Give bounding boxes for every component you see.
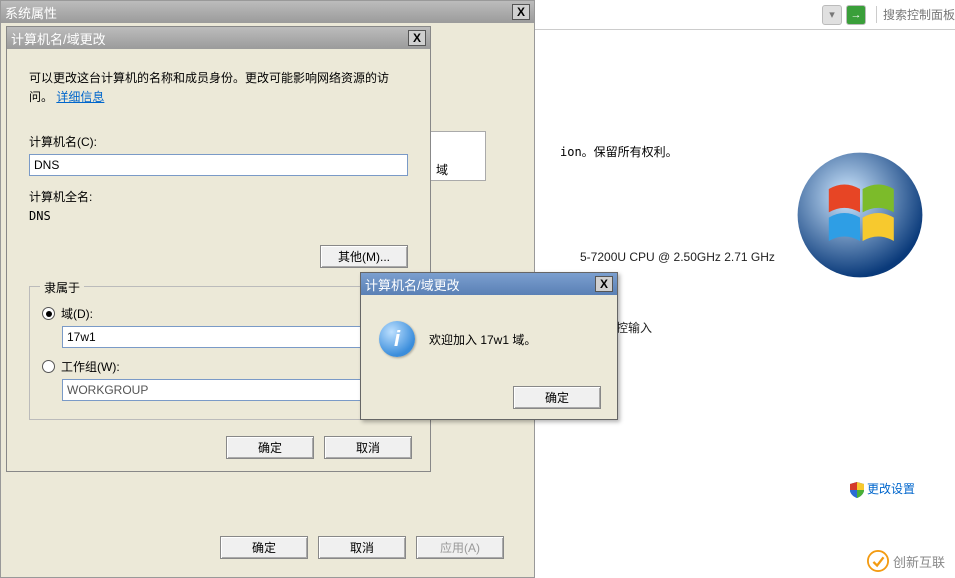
messagebox-title: 计算机名/域更改 — [365, 275, 595, 294]
close-button[interactable]: X — [512, 4, 530, 20]
computer-name-input[interactable] — [29, 154, 408, 176]
cancel-button[interactable]: 取消 — [318, 536, 406, 559]
cancel-button[interactable]: 取消 — [324, 436, 412, 459]
member-of-legend: 隶属于 — [40, 279, 84, 296]
full-computer-name-value: DNS — [29, 209, 408, 223]
close-button[interactable]: X — [595, 276, 613, 292]
rights-reserved-text: ion。保留所有权利。 — [560, 143, 678, 160]
domain-radio[interactable] — [42, 307, 55, 320]
ok-button[interactable]: 确定 — [220, 536, 308, 559]
chevron-down-icon: ▾ — [829, 8, 835, 21]
rename-title: 计算机名/域更改 — [11, 29, 408, 48]
close-icon: X — [413, 31, 421, 45]
details-link[interactable]: 详细信息 — [56, 90, 104, 104]
watermark-icon — [867, 550, 889, 572]
workgroup-radio[interactable] — [42, 360, 55, 373]
nav-back-button[interactable]: ▾ — [822, 5, 842, 25]
domain-radio-label: 域(D): — [61, 305, 93, 322]
messagebox-titlebar[interactable]: 计算机名/域更改 X — [361, 273, 617, 295]
close-icon: X — [517, 5, 525, 19]
system-properties-titlebar[interactable]: 系统属性 X — [1, 1, 534, 23]
member-of-fieldset: 隶属于 域(D): 工作组(W): — [29, 286, 408, 420]
close-button[interactable]: X — [408, 30, 426, 46]
watermark: 创新互联 — [867, 550, 945, 572]
workgroup-radio-label: 工作组(W): — [61, 358, 120, 375]
info-icon: i — [379, 321, 415, 357]
rename-description: 可以更改这台计算机的名称和成员身份。更改可能影响网络资源的访问。 详细信息 — [29, 69, 408, 107]
windows-logo-icon — [795, 150, 925, 280]
close-icon: X — [600, 277, 608, 291]
domain-partial-label: 域 — [436, 161, 448, 178]
rename-button-row: 确定 取消 — [226, 436, 412, 459]
search-control-panel[interactable]: 搜索控制面板 — [876, 6, 955, 23]
arrow-right-icon: → — [850, 9, 861, 21]
shield-icon — [850, 482, 864, 498]
other-button[interactable]: 其他(M)... — [320, 245, 408, 268]
domain-join-messagebox: 计算机名/域更改 X i 欢迎加入 17w1 域。 确定 — [360, 272, 618, 420]
messagebox-text: 欢迎加入 17w1 域。 — [429, 331, 536, 348]
system-properties-title: 系统属性 — [5, 3, 512, 22]
ok-button[interactable]: 确定 — [513, 386, 601, 409]
pen-touch-text: 笔或触控输入 — [580, 319, 935, 336]
ok-button[interactable]: 确定 — [226, 436, 314, 459]
computer-name-label: 计算机名(C): — [29, 133, 408, 150]
system-properties-button-row: 确定 取消 应用(A) — [220, 536, 504, 559]
change-settings-link[interactable]: 更改设置 — [850, 480, 915, 498]
nav-forward-button[interactable]: → — [846, 5, 866, 25]
full-computer-name-label: 计算机全名: — [29, 188, 408, 205]
apply-button[interactable]: 应用(A) — [416, 536, 504, 559]
rename-titlebar[interactable]: 计算机名/域更改 X — [7, 27, 430, 49]
